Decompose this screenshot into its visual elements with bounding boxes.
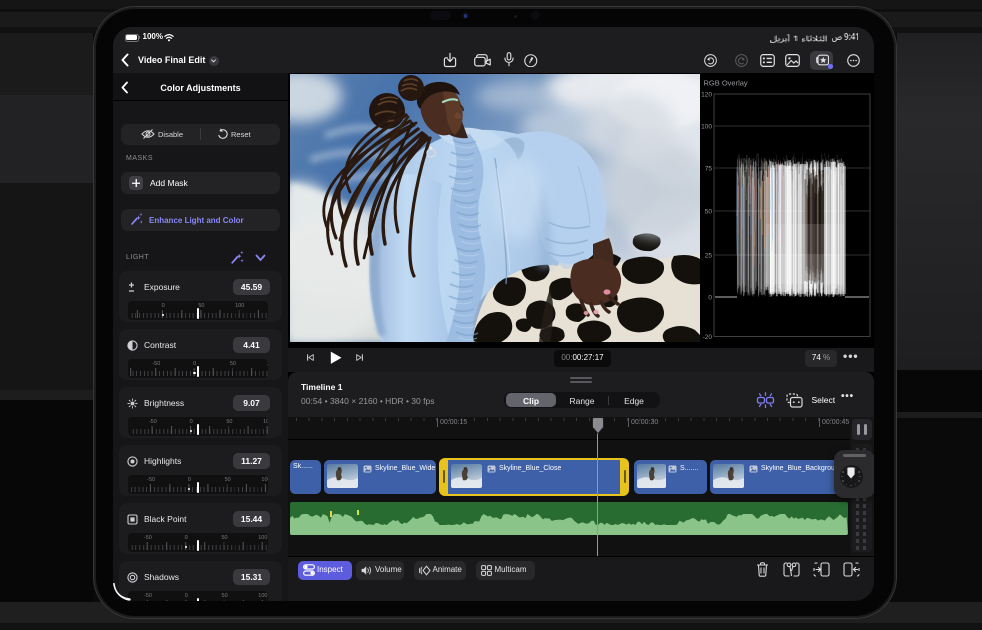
svg-text:25: 25 [705, 253, 713, 260]
svg-text:120: 120 [701, 92, 712, 99]
svg-text:75: 75 [705, 166, 713, 173]
svg-text:RGB Overlay: RGB Overlay [704, 79, 748, 88]
svg-text:0: 0 [708, 295, 712, 302]
svg-text:50: 50 [705, 209, 713, 216]
svg-text:100: 100 [701, 124, 712, 131]
svg-text:-20: -20 [703, 334, 713, 341]
